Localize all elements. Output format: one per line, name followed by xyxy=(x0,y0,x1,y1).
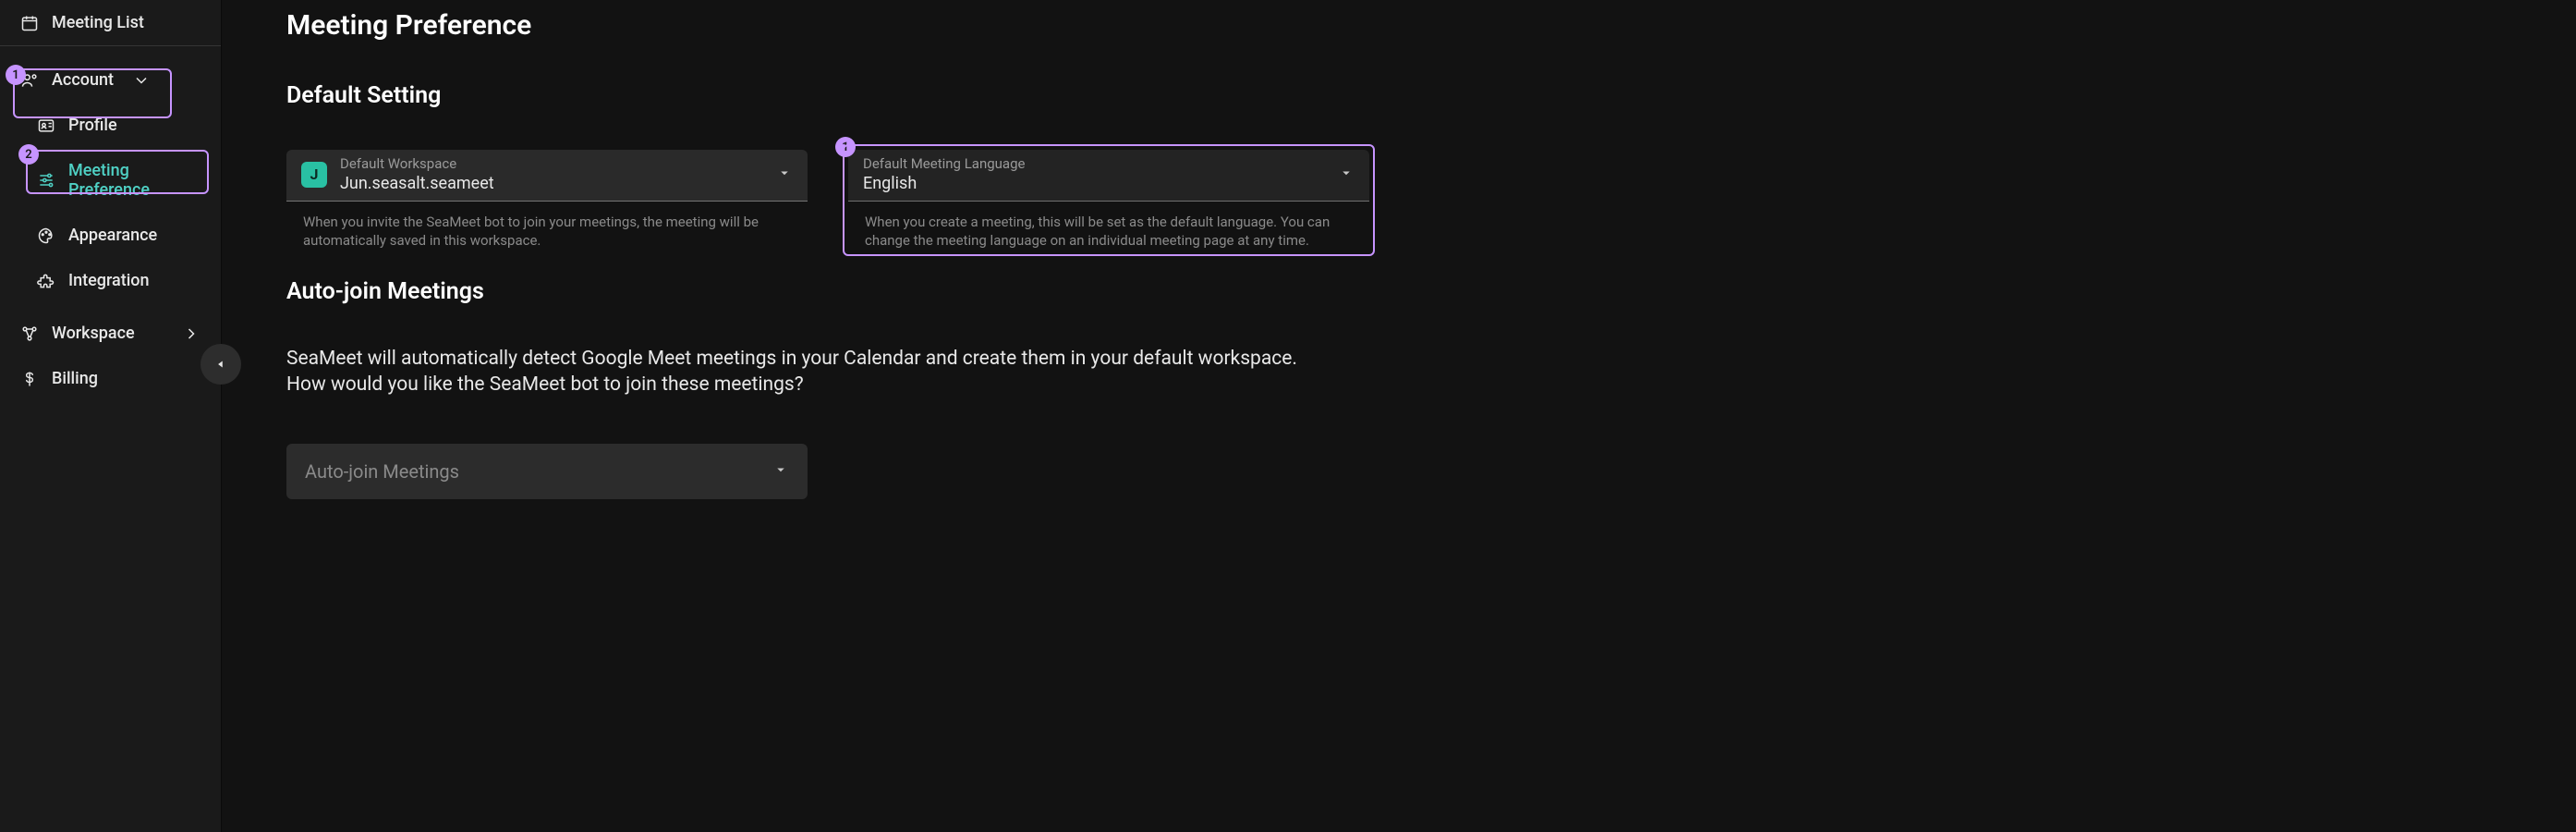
chevron-right-icon xyxy=(182,324,200,343)
default-setting-row: J Default Workspace Jun.seasalt.seameet … xyxy=(286,150,2511,251)
default-workspace-block: J Default Workspace Jun.seasalt.seameet … xyxy=(286,150,808,251)
sidebar-item-workspace[interactable]: Workspace xyxy=(0,311,221,356)
workspace-helper-text: When you invite the SeaMeet bot to join … xyxy=(286,213,808,251)
sidebar-item-label: Meeting Preference xyxy=(68,161,200,200)
sidebar-item-label: Meeting List xyxy=(52,13,144,32)
sliders-icon xyxy=(37,171,55,190)
autojoin-desc-line1: SeaMeet will automatically detect Google… xyxy=(286,346,2511,372)
default-language-select[interactable]: Default Meeting Language English xyxy=(848,150,1369,202)
sidebar-item-label: Profile xyxy=(68,116,117,135)
default-language-block: 1 Default Meeting Language English When … xyxy=(848,150,1369,251)
collapse-sidebar-button[interactable] xyxy=(200,344,241,385)
sidebar-item-label: Integration xyxy=(68,271,150,290)
sidebar-item-integration[interactable]: Integration xyxy=(0,258,221,303)
sidebar-item-label: Billing xyxy=(52,369,98,388)
annotation-badge-2: 2 xyxy=(18,144,39,165)
sidebar-item-billing[interactable]: Billing xyxy=(0,356,221,401)
field-value: Jun.seasalt.seameet xyxy=(340,174,763,193)
sidebar: Meeting List 1 Account Profile 2 M xyxy=(0,0,222,832)
workspace-avatar: J xyxy=(301,162,327,188)
sidebar-item-appearance[interactable]: Appearance xyxy=(0,213,221,258)
caret-down-icon xyxy=(776,165,793,185)
sidebar-item-meeting-list[interactable]: Meeting List xyxy=(0,0,221,45)
sidebar-item-label: Workspace xyxy=(52,324,135,343)
section-autojoin-title: Auto-join Meetings xyxy=(286,278,2511,305)
field-label: Default Workspace xyxy=(340,155,763,172)
autojoin-select[interactable]: Auto-join Meetings xyxy=(286,444,808,499)
main-content: Meeting Preference Default Setting J Def… xyxy=(222,0,2576,832)
dollar-icon xyxy=(20,370,39,388)
palette-icon xyxy=(37,226,55,245)
id-card-icon xyxy=(37,116,55,135)
autojoin-desc-line2: How would you like the SeaMeet bot to jo… xyxy=(286,372,2511,398)
autojoin-description: SeaMeet will automatically detect Google… xyxy=(286,346,2511,398)
autojoin-placeholder: Auto-join Meetings xyxy=(305,460,459,483)
sidebar-item-label: Account xyxy=(52,70,114,90)
sidebar-item-label: Appearance xyxy=(68,226,157,245)
puzzle-icon xyxy=(37,272,55,290)
annotation-badge-lang: 1 xyxy=(835,137,856,157)
default-workspace-select[interactable]: J Default Workspace Jun.seasalt.seameet xyxy=(286,150,808,202)
divider xyxy=(0,45,221,46)
caret-down-icon xyxy=(1338,165,1355,185)
language-helper-text: When you create a meeting, this will be … xyxy=(848,213,1369,251)
section-default-setting-title: Default Setting xyxy=(286,82,2511,109)
sidebar-item-profile[interactable]: Profile xyxy=(0,103,221,148)
field-value: English xyxy=(863,174,1325,193)
field-label: Default Meeting Language xyxy=(863,155,1325,172)
sidebar-item-account[interactable]: Account xyxy=(0,57,221,103)
page-title: Meeting Preference xyxy=(286,9,2511,42)
chevron-down-icon xyxy=(132,71,151,90)
caret-down-icon xyxy=(772,461,789,482)
calendar-icon xyxy=(20,14,39,32)
annotation-badge-1: 1 xyxy=(6,65,26,85)
nodes-icon xyxy=(20,324,39,343)
